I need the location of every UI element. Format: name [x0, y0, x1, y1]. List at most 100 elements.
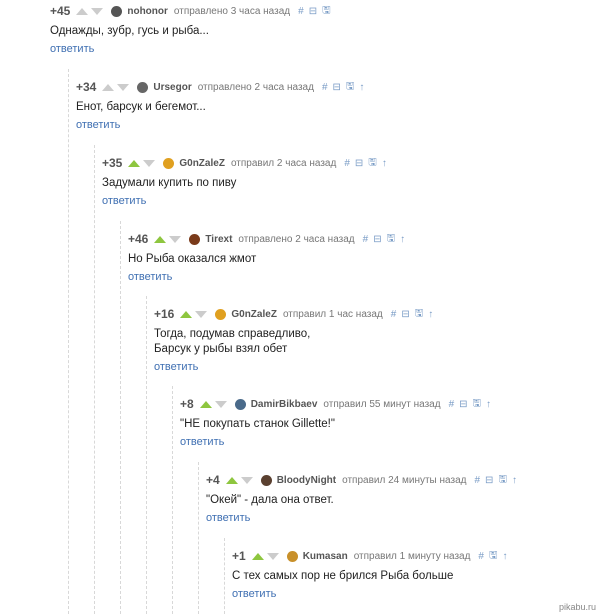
avatar [111, 5, 123, 17]
username[interactable]: Ursegor [153, 82, 191, 93]
timestamp: отправил 1 час назад [282, 308, 383, 320]
link-icon[interactable]: # [298, 6, 304, 17]
save-icon[interactable]: 🖫 [387, 231, 396, 248]
reply-link[interactable]: ответить [102, 195, 146, 207]
timestamp: отправил 24 минуты назад [342, 474, 467, 486]
link-icon[interactable]: # [449, 399, 455, 410]
comment: +16 G0nZaleZ отправил 1 час назад # ⊟ 🖫 ↑ Тогда… [154, 306, 438, 375]
collapse-icon[interactable]: ⊟ [459, 399, 467, 410]
username[interactable]: G0nZaleZ [231, 309, 277, 320]
downvote-icon[interactable] [143, 159, 156, 167]
parent-arrow-icon[interactable]: ↑ [428, 309, 433, 320]
username[interactable]: Tirext [205, 234, 232, 245]
username[interactable]: Kumasan [303, 551, 348, 562]
comment-header: +34 Ursegor отправлено 2 часа назад # ⊟ 🖫 ↑ [76, 79, 369, 95]
comment: +4 BloodyNight отправил 24 минуты назад # ⊟ 🖫… [206, 472, 522, 526]
comment-text: Тогда, подумав справедливо, Барсук у рыбы… [154, 327, 438, 357]
link-icon[interactable]: # [363, 234, 369, 245]
reply-link[interactable]: ответить [206, 512, 250, 524]
thread-line [94, 145, 95, 614]
comment-text: "НЕ покупать станок Gillette!" [180, 417, 496, 432]
downvote-icon[interactable] [240, 476, 253, 484]
comment-text-line: Тогда, подумав справедливо, [154, 328, 311, 340]
username[interactable]: DamirBikbaev [251, 399, 318, 410]
save-icon[interactable]: 🖫 [368, 155, 377, 172]
parent-arrow-icon[interactable]: ↑ [512, 475, 517, 486]
comment-header: +35 G0nZaleZ отправил 2 часа назад # ⊟ 🖫 ↑ [102, 155, 392, 171]
parent-arrow-icon[interactable]: ↑ [400, 234, 405, 245]
username[interactable]: G0nZaleZ [179, 158, 225, 169]
comment-text-line: "НЕ покупать станок Gillette!" [180, 418, 335, 430]
parent-arrow-icon[interactable]: ↑ [486, 399, 491, 410]
timestamp: отправил 55 минут назад [323, 398, 441, 410]
comment: +8 DamirBikbaev отправил 55 минут назад # ⊟ 🖫… [180, 396, 496, 450]
rating-value: +8 [180, 397, 194, 411]
reply-link[interactable]: ответить [76, 119, 120, 131]
comment: +35 G0nZaleZ отправил 2 часа назад # ⊟ 🖫 ↑ Заду… [102, 155, 392, 209]
timestamp: отправил 1 минуту назад [353, 550, 471, 562]
avatar [215, 308, 227, 320]
rating-value: +4 [206, 473, 220, 487]
upvote-icon[interactable] [199, 400, 212, 408]
upvote-icon[interactable] [180, 310, 193, 318]
avatar [189, 233, 201, 245]
username[interactable]: BloodyNight [277, 475, 336, 486]
reply-link[interactable]: ответить [154, 361, 198, 373]
upvote-icon[interactable] [128, 159, 141, 167]
comment-header: +4 BloodyNight отправил 24 минуты назад # ⊟ 🖫… [206, 472, 522, 488]
avatar [137, 81, 149, 93]
link-icon[interactable]: # [344, 158, 350, 169]
thread-line [224, 538, 225, 614]
upvote-icon[interactable] [225, 476, 238, 484]
collapse-icon[interactable]: ⊟ [355, 158, 363, 169]
comment-text-line: Но Рыба оказался жмот [128, 253, 257, 265]
site-watermark: pikabu.ru [558, 602, 596, 612]
save-icon[interactable]: 🖫 [346, 79, 355, 96]
reply-link[interactable]: ответить [50, 43, 94, 55]
link-icon[interactable]: # [391, 309, 397, 320]
collapse-icon[interactable]: ⊟ [309, 6, 317, 17]
comment: +45 nohonor отправлено 3 часа назад # ⊟ 🖫 Одна… [50, 3, 336, 57]
collapse-icon[interactable]: ⊟ [401, 309, 409, 320]
upvote-icon[interactable] [76, 7, 89, 15]
comment-text-line: С тех самых пор не брился Рыба больше [232, 570, 454, 582]
downvote-icon[interactable] [214, 400, 227, 408]
save-icon[interactable]: 🖫 [322, 3, 331, 20]
save-icon[interactable]: 🖫 [415, 306, 424, 323]
link-icon[interactable]: # [478, 551, 484, 562]
reply-link[interactable]: ответить [180, 436, 224, 448]
collapse-icon[interactable]: ⊟ [333, 82, 341, 93]
thread-line [68, 69, 69, 614]
parent-arrow-icon[interactable]: ↑ [359, 82, 364, 93]
upvote-icon[interactable] [102, 83, 115, 91]
comment-header: +1 Kumasan отправил 1 минуту назад # 🖫 ↑ [232, 548, 513, 564]
timestamp: отправлено 2 часа назад [197, 81, 314, 93]
link-icon[interactable]: # [474, 475, 480, 486]
comment-text: "Окей" - дала она ответ. [206, 493, 522, 508]
parent-arrow-icon[interactable]: ↑ [503, 551, 508, 562]
comment-text: Но Рыба оказался жмот [128, 252, 410, 267]
reply-link[interactable]: ответить [232, 588, 276, 600]
thread-line [120, 221, 121, 614]
downvote-icon[interactable] [195, 310, 208, 318]
username[interactable]: nohonor [127, 6, 168, 17]
upvote-icon[interactable] [154, 235, 167, 243]
collapse-icon[interactable]: ⊟ [373, 234, 381, 245]
comment-text-line: Задумали купить по пиву [102, 177, 237, 189]
upvote-icon[interactable] [251, 552, 264, 560]
save-icon[interactable]: 🖫 [498, 472, 507, 489]
save-icon[interactable]: 🖫 [489, 548, 498, 565]
parent-arrow-icon[interactable]: ↑ [382, 158, 387, 169]
timestamp: отправлено 3 часа назад [173, 5, 291, 17]
downvote-icon[interactable] [169, 235, 182, 243]
rating-value: +46 [128, 232, 149, 246]
rating-value: +45 [50, 4, 71, 18]
link-icon[interactable]: # [322, 82, 328, 93]
comment: +46 Tirext отправлено 2 часа назад # ⊟ 🖫 ↑ Но Р… [128, 231, 410, 285]
reply-link[interactable]: ответить [128, 271, 172, 283]
collapse-icon[interactable]: ⊟ [485, 475, 493, 486]
save-icon[interactable]: 🖫 [473, 396, 482, 413]
downvote-icon[interactable] [266, 552, 279, 560]
downvote-icon[interactable] [117, 83, 130, 91]
downvote-icon[interactable] [91, 7, 104, 15]
